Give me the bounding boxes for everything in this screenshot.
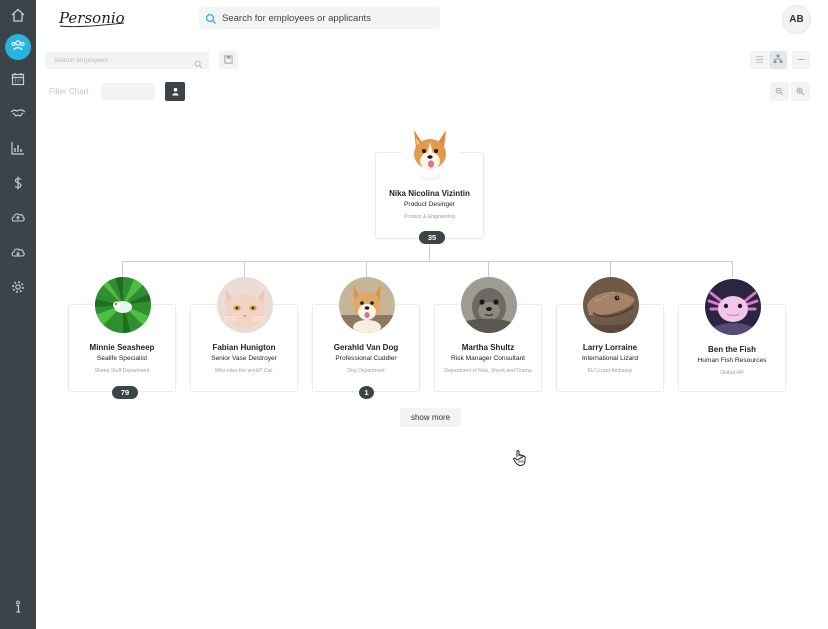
zoom-in-button[interactable] [791,82,810,101]
employee-role: Sealife Specialist [96,355,148,362]
employee-role: International Lizard [581,355,639,362]
employee-photo-axolotl [705,279,761,335]
org-chart-icon [773,51,783,69]
employee-photo-corgi [402,124,458,180]
cloud-download-icon [10,244,26,265]
cloud-upload-icon [10,209,26,230]
org-connector [366,261,367,277]
filter-person-button[interactable] [165,82,185,101]
search-employees-placeholder: Search employees [54,57,108,64]
employee-role: Senior Vase Destroyer [211,355,277,362]
employee-department: Who rules the world? Cat. [214,368,274,374]
dollar-icon [10,175,26,196]
sidebar-item-export[interactable] [0,239,36,269]
calendar-icon [10,71,26,92]
employee-name: Martha Shultz [461,343,515,352]
person-icon [171,83,180,101]
employee-photo-dog [339,277,395,333]
sidebar-item-info[interactable] [0,594,36,624]
sidebar-item-reports[interactable] [0,135,36,165]
handshake-icon [10,105,26,126]
sidebar-item-settings[interactable] [0,274,36,304]
zoom-in-icon [796,83,805,101]
zoom-out-icon [775,83,784,101]
zoom-out-button[interactable] [770,82,789,101]
user-avatar[interactable]: AB [782,5,811,34]
org-connector [429,244,430,261]
list-view-button[interactable] [750,51,768,69]
employee-department: Department of Risk, Shock and Drama [444,368,532,374]
employee-name: Nika Nicolina Vizintin [389,189,470,198]
employee-name: Fabian Hunigton [212,343,276,352]
sidebar-active-indicator [5,34,31,60]
global-search-placeholder: Search for employees or applicants [222,12,371,24]
sidebar-item-people[interactable] [0,32,36,62]
filter-chart-label: Filter Chart [49,87,89,96]
floppy-disk-icon [224,51,233,69]
org-connector [122,261,733,262]
employee-photo-seal [461,277,517,333]
employee-department: Global HR [720,370,744,376]
more-icon [797,51,806,69]
employee-role: Risk Manager Consultant [450,355,526,362]
bar-chart-icon [10,140,26,161]
employee-department: Sheep Stuff Department [94,368,150,374]
employee-photo-lizard [583,277,639,333]
info-icon [10,599,26,620]
org-connector [244,261,245,277]
personio-logo[interactable]: Personio [58,6,126,30]
employee-role: Product Desinger [404,201,455,208]
search-employees-input[interactable]: Search employees [45,52,209,69]
sidebar [0,0,36,629]
employee-role: Professional Cuddler [335,355,397,362]
search-icon [194,56,203,69]
search-icon [205,12,217,24]
sidebar-item-recruiting[interactable] [0,100,36,130]
employee-photo-seasheep [95,277,151,333]
org-connector [488,261,489,277]
employee-name: Larry Lorraine [582,343,638,352]
reports-count-badge[interactable]: 35 [419,231,445,244]
employee-photo-cat [217,277,273,333]
employee-name: Gerahld Van Dog [333,343,399,352]
people-icon [10,37,26,58]
employee-name: Ben the Fish [707,345,756,354]
employee-department: Dog Department [347,368,385,374]
reports-count-badge[interactable]: 1 [359,386,374,399]
org-connector [122,261,123,277]
employee-name: Minnie Seasheep [89,343,155,352]
org-connector [732,261,733,277]
employee-role: Human Fish Resources [697,357,767,364]
show-more-button[interactable]: show more [400,408,461,427]
gear-icon [10,279,26,300]
save-button[interactable] [219,51,238,69]
filter-chart-input[interactable] [101,83,155,100]
org-chart-view-button[interactable] [769,51,787,69]
employee-department: Product & Engineering [404,214,455,220]
hand-cursor-icon [512,449,528,467]
home-icon [10,7,26,28]
sidebar-item-import[interactable] [0,204,36,234]
sidebar-item-home[interactable] [0,2,36,32]
list-icon [755,51,764,69]
reports-count-badge[interactable]: 79 [112,386,138,399]
global-search-input[interactable]: Search for employees or applicants [199,7,440,29]
sidebar-item-payroll[interactable] [0,170,36,200]
more-options-button[interactable] [792,51,810,69]
sidebar-item-calendar[interactable] [0,66,36,96]
org-connector [610,261,611,277]
employee-department: EU Lizard Ambassy [587,368,633,374]
